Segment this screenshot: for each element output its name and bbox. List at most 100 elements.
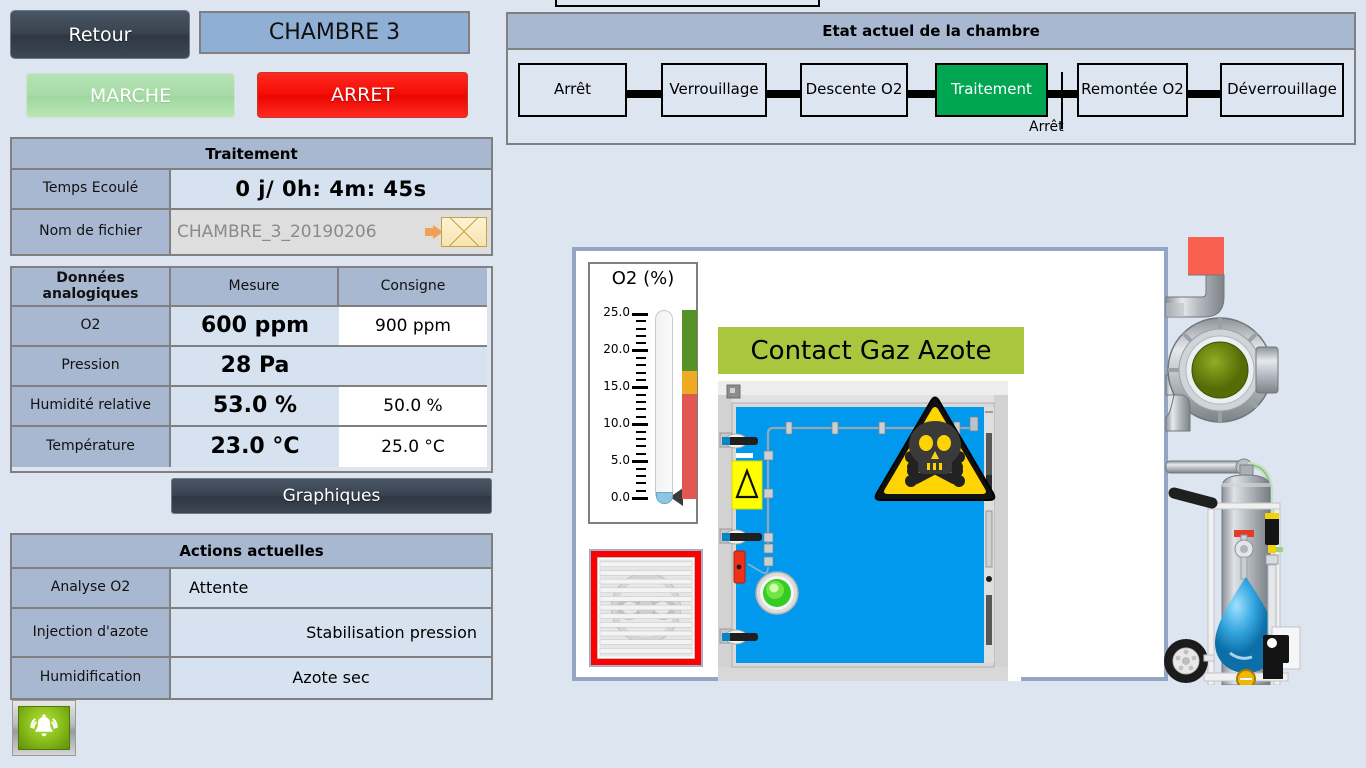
- green-indicator-lamp-icon: [756, 572, 798, 614]
- tick-minor: [636, 335, 646, 337]
- tick-minor: [636, 431, 646, 433]
- state-step-descente-o2[interactable]: Descente O2: [800, 63, 908, 117]
- alarm-bell-icon: [18, 706, 70, 750]
- equipment-svg: [1164, 235, 1364, 685]
- table-row: Analyse O2 Attente: [12, 569, 491, 609]
- gas-contact-banner: Contact Gaz Azote: [718, 327, 1024, 374]
- partial-top-box: [555, 0, 820, 7]
- tick-minor: [636, 408, 646, 410]
- chamber-state-panel: Etat actuel de la chambre Arrêt Verrouil…: [506, 12, 1356, 145]
- action-label: Analyse O2: [12, 569, 171, 609]
- table-row: O2 600 ppm 900 ppm: [12, 307, 491, 347]
- filename-value: CHAMBRE_3_20190206: [177, 222, 377, 242]
- arrow-stem-icon: [425, 228, 433, 236]
- start-button[interactable]: MARCHE: [26, 73, 235, 118]
- table-row: Temps Ecoulé 0 j/ 0h: 4m: 45s: [12, 170, 491, 210]
- state-connector: [1187, 90, 1221, 98]
- actions-title: Actions actuelles: [12, 535, 491, 569]
- o2-gauge: O2 (%) 25.0 20.0 15.0: [588, 262, 698, 524]
- tick-label: 0.0: [594, 490, 630, 504]
- column-header-measure: Mesure: [171, 268, 339, 307]
- tick-minor: [636, 445, 646, 447]
- chamber-graphic-panel: O2 (%) 25.0 20.0 15.0: [572, 247, 1168, 681]
- elapsed-time-label: Temps Ecoulé: [12, 170, 171, 210]
- fan-louvers: [597, 557, 695, 659]
- analog-row-label: O2: [12, 307, 171, 347]
- elapsed-time-value: 0 j/ 0h: 4m: 45s: [171, 170, 491, 210]
- tick-minor: [636, 416, 646, 418]
- chamber-door-icon: [718, 381, 1021, 681]
- graphs-button-label: Graphiques: [283, 486, 381, 506]
- analog-row-measure: 600 ppm: [171, 307, 339, 347]
- instrument-column: [1263, 513, 1300, 679]
- process-equipment-group: [1164, 235, 1364, 685]
- chamber-title[interactable]: CHAMBRE 3: [199, 11, 470, 54]
- tick-major: [632, 423, 648, 426]
- blower-fan-icon: [1166, 318, 1278, 431]
- state-step-arret[interactable]: Arrêt: [518, 63, 627, 117]
- action-value: Azote sec: [171, 658, 491, 698]
- stop-button-label: ARRET: [331, 84, 394, 106]
- table-row: Humidification Azote sec: [12, 658, 491, 698]
- state-connector: [907, 90, 936, 98]
- alarm-button[interactable]: [12, 700, 76, 756]
- analog-row-setpoint: [339, 347, 487, 387]
- hmi-screen: Retour CHAMBRE 3 MARCHE ARRET Traitement…: [0, 0, 1366, 768]
- tick-minor: [636, 320, 646, 322]
- band-danger: [682, 394, 697, 499]
- envelope-icon: [441, 217, 487, 247]
- tick-label: 15.0: [594, 379, 630, 393]
- back-button-label: Retour: [69, 24, 132, 46]
- action-value: Stabilisation pression: [171, 609, 491, 658]
- table-row: Injection d'azote Stabilisation pression: [12, 609, 491, 658]
- tick-minor: [636, 372, 646, 374]
- analog-row-setpoint[interactable]: 50.0 %: [339, 387, 487, 427]
- tick-minor: [636, 401, 646, 403]
- duct-cap-icon: [1188, 237, 1224, 275]
- analog-row-label: Humidité relative: [12, 387, 171, 427]
- band-warning: [682, 371, 697, 394]
- current-actions-table: Actions actuelles Analyse O2 Attente Inj…: [10, 533, 493, 700]
- analog-row-label: Pression: [12, 347, 171, 387]
- column-header-setpoint: Consigne: [339, 268, 487, 307]
- analog-title: Données analogiques: [12, 268, 171, 307]
- fan-svg: [598, 558, 694, 658]
- analog-row-label: Température: [12, 427, 171, 467]
- filename-input[interactable]: CHAMBRE_3_20190206: [171, 210, 491, 254]
- tick-major: [632, 349, 648, 352]
- send-mail-button[interactable]: [425, 216, 487, 248]
- supply-pipe-icon: [1166, 461, 1244, 473]
- state-step-remontee-o2[interactable]: Remontée O2: [1077, 63, 1188, 117]
- o2-gauge-track: [655, 310, 673, 502]
- filename-label: Nom de fichier: [12, 210, 171, 254]
- back-button[interactable]: Retour: [10, 10, 190, 59]
- tick-label: 5.0: [594, 453, 630, 467]
- analog-data-table: Données analogiques Mesure Consigne O2 6…: [10, 266, 493, 473]
- tick-minor: [636, 342, 646, 344]
- state-step-deverrouillage[interactable]: Déverrouillage: [1220, 63, 1344, 117]
- table-header-row: Données analogiques Mesure Consigne: [12, 268, 491, 307]
- tick-minor: [636, 394, 646, 396]
- table-row: Nom de fichier CHAMBRE_3_20190206: [12, 210, 491, 254]
- bell-ringing-icon: [24, 712, 64, 744]
- action-label: Humidification: [12, 658, 171, 698]
- analog-row-setpoint[interactable]: 900 ppm: [339, 307, 487, 347]
- analog-row-measure: 53.0 %: [171, 387, 339, 427]
- state-step-traitement[interactable]: Traitement: [935, 63, 1048, 117]
- tick-minor: [632, 313, 648, 316]
- state-step-verrouillage[interactable]: Verrouillage: [661, 63, 767, 117]
- stop-button[interactable]: ARRET: [257, 72, 468, 118]
- tick-minor: [636, 468, 646, 470]
- analog-row-setpoint[interactable]: 25.0 °C: [339, 427, 487, 467]
- graphs-button[interactable]: Graphiques: [171, 478, 492, 514]
- analog-row-measure: 23.0 °C: [171, 427, 339, 467]
- tick-minor: [636, 328, 646, 330]
- tick-minor: [636, 379, 646, 381]
- tick-label: 10.0: [594, 416, 630, 430]
- tick-major: [632, 460, 648, 463]
- treatment-table-title: Traitement: [12, 139, 491, 170]
- table-row: Humidité relative 53.0 % 50.0 %: [12, 387, 491, 427]
- tick-minor: [636, 475, 646, 477]
- analog-row-measure: 28 Pa: [171, 347, 339, 387]
- duct-elbow-icon: [1166, 275, 1224, 317]
